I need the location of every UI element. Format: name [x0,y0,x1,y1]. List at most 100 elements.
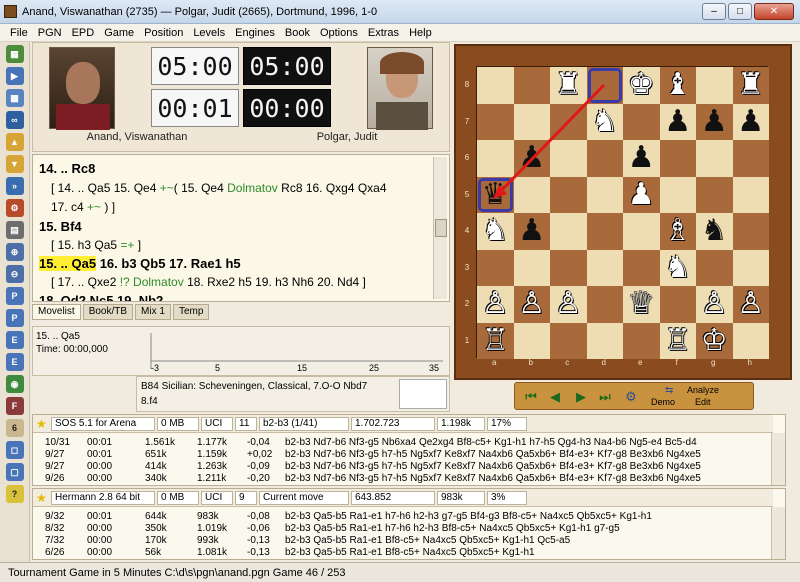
tab-mix1[interactable]: Mix 1 [135,304,171,320]
piece-e6[interactable]: ♟ [623,140,660,177]
square-d6[interactable] [586,140,623,177]
globe-icon[interactable]: ◉ [5,375,24,393]
square-c7[interactable] [550,103,587,140]
piece-f4[interactable]: ♗ [660,213,697,250]
square-b5[interactable] [513,176,550,213]
square-c1[interactable] [550,322,587,359]
menu-help[interactable]: Help [409,27,432,39]
piece-b4[interactable]: ♟ [514,213,551,250]
board-icon[interactable]: ▦ [5,45,24,63]
square-e1[interactable] [623,322,660,359]
piece-d7[interactable]: ♞ [587,104,624,141]
engine1-row[interactable]: 9/26 00:00 340k 1.211k -0,20 b2-b3 Nd7-b6 Nf3… [33,473,773,483]
first-move-button[interactable]: ⏮ [521,388,541,406]
square-f2[interactable] [659,286,696,323]
piece-a1[interactable]: ♖ [477,323,514,360]
piece-h2[interactable]: ♙ [733,286,770,323]
engine1-row[interactable]: 10/31 00:01 1.561k 1.177k -0,04 b2-b3 Nd7-b6 … [33,437,773,448]
menu-epd[interactable]: EPD [72,27,95,39]
notation-line[interactable]: 15. Bf4 [39,219,82,234]
demo-button[interactable]: Demo [651,397,675,407]
notation-variation[interactable]: [ 17. .. Qxe2 !? Dolmatov 18. Rxe2 h5 19… [39,275,366,289]
piece-g2[interactable]: ♙ [696,286,733,323]
minimize-button[interactable]: – [702,3,726,20]
menu-game[interactable]: Game [104,27,134,39]
window-icon[interactable]: ▢ [5,463,24,481]
level-icon[interactable]: ▲ [5,133,24,151]
edit-button[interactable]: Edit [695,397,711,407]
square-e4[interactable] [623,213,660,250]
epd-icon[interactable]: E [5,331,24,349]
square-d3[interactable] [586,249,623,286]
zoom-in-icon[interactable]: ⊕ [5,243,24,261]
engine-icon[interactable]: ⚙ [5,199,24,217]
piece-b2[interactable]: ♙ [514,286,551,323]
pgn-icon[interactable]: P [5,287,24,305]
engine1-row[interactable]: 9/27 00:00 414k 1.263k -0,09 b2-b3 Nd7-b6 Nf3… [33,461,773,472]
square-c4[interactable] [550,213,587,250]
square-b7[interactable] [513,103,550,140]
last-move-button[interactable]: ⏭ [595,388,615,406]
square-h3[interactable] [732,249,769,286]
database-icon[interactable]: ▤ [5,221,24,239]
level-down-icon[interactable]: ▼ [5,155,24,173]
piece-e2[interactable]: ♕ [623,286,660,323]
square-h6[interactable] [732,140,769,177]
piece-e5[interactable]: ♟ [623,177,660,214]
piece-f7[interactable]: ♟ [660,104,697,141]
notation-variation[interactable]: 17. c4 +~ ) ] [39,200,115,214]
engine2-row[interactable]: 7/32 00:00 170k 993k -0,13 b2-b3 Qa5-b5 Ra1-e… [33,535,773,546]
zoom-out-icon[interactable]: ⊖ [5,265,24,283]
square-d1[interactable] [586,322,623,359]
menu-position[interactable]: Position [144,27,183,39]
analyze-button[interactable]: Analyze [687,385,719,395]
fullscreen-icon[interactable]: ◻ [5,441,24,459]
next-move-button[interactable]: ▶ [571,388,591,406]
menu-book[interactable]: Book [285,27,310,39]
square-a6[interactable] [477,140,514,177]
piece-f1[interactable]: ♖ [660,323,697,360]
menu-extras[interactable]: Extras [368,27,399,39]
square-g3[interactable] [696,249,733,286]
square-g8[interactable] [696,67,733,104]
square-b3[interactable] [513,249,550,286]
square-d4[interactable] [586,213,623,250]
menu-engines[interactable]: Engines [235,27,275,39]
piece-f8[interactable]: ♝ [660,67,697,104]
square-h1[interactable] [732,322,769,359]
scrollbar-thumb[interactable] [435,219,447,237]
piece-g7[interactable]: ♟ [696,104,733,141]
piece-f3[interactable]: ♞ [660,250,697,287]
piece-a4[interactable]: ♞ [477,213,514,250]
engine2-row[interactable]: 9/32 00:01 644k 983k -0,08 b2-b3 Qa5-b5 Ra1-e… [33,511,773,522]
square-a7[interactable] [477,103,514,140]
square-d2[interactable] [586,286,623,323]
pgn-save-icon[interactable]: P [5,309,24,327]
tab-temp[interactable]: Temp [172,304,210,320]
gear-icon[interactable]: ⚙ [621,388,641,406]
square-c6[interactable] [550,140,587,177]
square-h5[interactable] [732,176,769,213]
epd-save-icon[interactable]: E [5,353,24,371]
notation-variation[interactable]: [ 15. h3 Qa5 =+ ] [39,238,141,252]
menu-options[interactable]: Options [320,27,358,39]
notation-current-line[interactable]: 15. .. Qa5 16. b3 Qb5 17. Rae1 h5 [39,256,241,271]
square-c5[interactable] [550,176,587,213]
square-a3[interactable] [477,249,514,286]
square-h4[interactable] [732,213,769,250]
piece-a2[interactable]: ♙ [477,286,514,323]
notation-variation[interactable]: [ 14. .. Qa5 15. Qe4 +~( 15. Qe4 Dolmato… [39,181,387,195]
piece-h8[interactable]: ♜ [733,67,770,104]
engine2-row[interactable]: 6/26 00:00 56k 1.081k -0,13 b2-b3 Qa5-b5 Ra1-… [33,547,773,557]
close-button[interactable]: ✕ [754,3,794,20]
piece-g4[interactable]: ♞ [696,213,733,250]
fgt-icon[interactable]: F [5,397,24,415]
chess-board[interactable]: ♜ ♚ ♝ ♜ ♞ ♟ ♟ ♟ ♟ ♟ ♛ ♟ ♞ ♟ ♗ ♞ ♞ ♙ ♙ ♙ ♕ ♙ ♙ ♖ ♖ ♔ [476,66,770,360]
square-b8[interactable] [513,67,550,104]
menu-pgn[interactable]: PGN [38,27,62,39]
piece-g1[interactable]: ♔ [696,323,733,360]
square-g6[interactable] [696,140,733,177]
piece-c2[interactable]: ♙ [550,286,587,323]
font-size-icon[interactable]: 6 [5,419,24,437]
piece-a5[interactable]: ♛ [477,177,514,214]
